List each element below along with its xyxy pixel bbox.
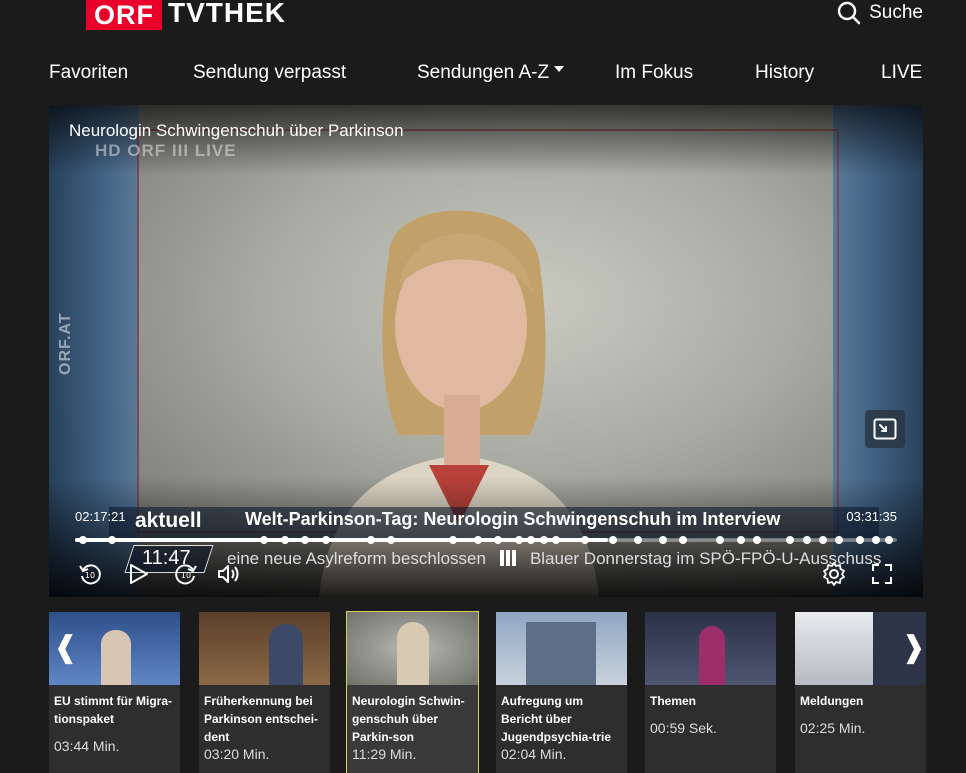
segment-thumbnail — [347, 612, 478, 685]
segment-card-active[interactable]: Neurologin Schwin-genschuh über Parkin-s… — [346, 611, 479, 773]
carousel-next-button[interactable]: ❱ — [901, 630, 926, 665]
lower-third-logo: aktuell — [135, 509, 202, 532]
nav-im-fokus[interactable]: Im Fokus — [615, 62, 693, 84]
chapter-marker[interactable] — [819, 536, 828, 544]
logo-orf: ORF — [86, 0, 162, 30]
segment-title: Themen — [650, 694, 697, 708]
svg-text:10: 10 — [181, 571, 191, 580]
segment-duration: 00:59 Sek. — [650, 720, 717, 736]
segment-duration: 03:20 Min. — [204, 746, 270, 762]
nav-sendungen-a-z[interactable]: Sendungen A-Z — [417, 62, 565, 84]
chapter-marker[interactable] — [884, 536, 893, 544]
video-title: Neurologin Schwingenschuh über Parkinson — [69, 121, 404, 140]
search-button[interactable]: Suche — [837, 0, 923, 26]
segment-card[interactable]: Aufregung um Bericht über Jugendpsychia-… — [496, 612, 627, 773]
gear-icon — [823, 562, 845, 586]
chapter-marker[interactable] — [514, 536, 523, 544]
channel-bug: HD ORF III LIVE — [95, 141, 237, 160]
search-icon — [837, 1, 861, 25]
news-ticker: eine neue Asylreform beschlossen Blauer D… — [227, 549, 881, 569]
nav-sendung-verpasst[interactable]: Sendung verpasst — [193, 62, 346, 84]
chapter-marker[interactable] — [580, 536, 589, 544]
segment-title: Früherkennung bei Parkinson entschei-den… — [204, 694, 319, 744]
forward-10-icon: 10 — [175, 564, 197, 585]
chapter-marker[interactable] — [107, 536, 116, 544]
volume-button[interactable] — [215, 561, 241, 587]
segment-duration: 02:04 Min. — [501, 746, 567, 762]
picture-in-picture-button[interactable] — [865, 410, 905, 448]
chapter-marker[interactable] — [473, 536, 482, 544]
main-nav: Favoriten Sendung verpasst Sendungen A-Z… — [49, 62, 923, 90]
ticker-separator-icon — [499, 550, 516, 566]
play-button[interactable] — [125, 561, 151, 587]
svg-text:10: 10 — [85, 571, 95, 580]
chevron-right-icon: ❱ — [901, 630, 927, 665]
video-player[interactable]: Neurologin Schwingenschuh über Parkinson… — [49, 105, 923, 597]
segment-thumbnail — [496, 612, 627, 685]
segment-carousel: EU stimmt für Migra-tionspaket 03:44 Min… — [49, 611, 926, 773]
rewind-10-icon: 10 — [79, 564, 101, 585]
segment-title: Neurologin Schwin-genschuh über Parkin-s… — [352, 694, 465, 744]
chapter-marker[interactable] — [260, 536, 269, 544]
play-icon — [130, 564, 148, 584]
chapter-marker[interactable] — [551, 536, 560, 544]
forward-10-button[interactable]: 10 — [173, 561, 199, 587]
ticker-text-left: eine neue Asylreform beschlossen — [227, 549, 486, 568]
chapter-marker[interactable] — [658, 536, 667, 544]
search-label: Suche — [869, 2, 923, 23]
segment-title: Meldungen — [800, 694, 864, 708]
nav-sendungen-a-z-label: Sendungen A-Z — [417, 62, 550, 83]
settings-button[interactable] — [821, 561, 847, 587]
chapter-marker[interactable] — [634, 536, 643, 544]
rewind-10-button[interactable]: 10 — [77, 561, 103, 587]
chevron-down-icon — [554, 65, 565, 72]
chapter-marker[interactable] — [802, 536, 811, 544]
picture-in-picture-icon — [873, 418, 897, 440]
fullscreen-icon — [872, 564, 892, 584]
segment-thumbnail — [645, 612, 776, 685]
volume-icon — [218, 565, 239, 583]
segment-title: Aufregung um Bericht über Jugendpsychia-… — [501, 694, 612, 744]
chapter-marker[interactable] — [736, 536, 745, 544]
segment-duration: 11:29 Min. — [352, 746, 417, 762]
segment-duration: 03:44 Min. — [54, 738, 120, 754]
segment-thumbnail — [199, 612, 330, 685]
lower-third-headline: Welt-Parkinson-Tag: Neurologin Schwingen… — [245, 509, 781, 529]
time-total: 03:31:35 — [846, 509, 897, 524]
nav-live[interactable]: LIVE — [881, 62, 922, 84]
chapter-marker[interactable] — [366, 536, 375, 544]
orf-tvthek-logo[interactable]: ORF TVTHEK — [86, 0, 286, 30]
segment-duration: 02:25 Min. — [800, 720, 866, 736]
chapter-marker[interactable] — [856, 536, 864, 544]
segment-card[interactable]: Früherkennung bei Parkinson entschei-den… — [199, 612, 330, 773]
orf-at-watermark: ORF.AT — [57, 312, 74, 375]
fullscreen-button[interactable] — [869, 561, 895, 587]
progress-bar[interactable] — [75, 536, 897, 544]
segment-card[interactable]: Themen 00:59 Sek. — [645, 612, 776, 773]
time-elapsed: 02:17:21 — [75, 509, 126, 524]
nav-favoriten[interactable]: Favoriten — [49, 62, 128, 84]
nav-history[interactable]: History — [755, 62, 814, 84]
chapter-marker[interactable] — [280, 536, 289, 544]
chapter-marker[interactable] — [321, 536, 330, 544]
carousel-prev-button[interactable]: ❰ — [53, 630, 78, 665]
chevron-left-icon: ❰ — [53, 630, 79, 665]
logo-tvthek: TVTHEK — [168, 0, 286, 28]
chapter-marker[interactable] — [539, 536, 548, 544]
segment-title: EU stimmt für Migra-tionspaket — [54, 694, 173, 726]
